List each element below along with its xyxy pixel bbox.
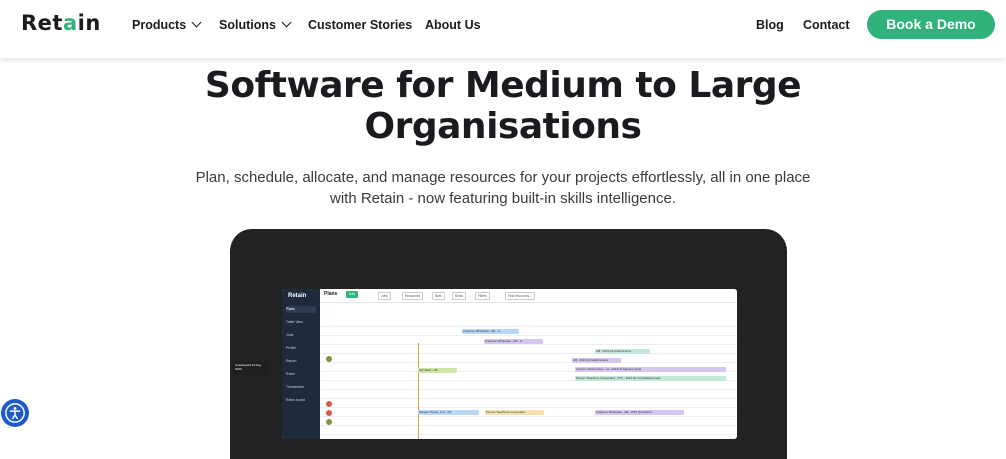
nav-solutions-label: Solutions [219, 18, 276, 32]
app-toolbar-pill: Bars [432, 292, 445, 300]
hero-subtitle-line1: Plan, schedule, allocate, and manage res… [195, 169, 811, 186]
hero-title-line1: Software for Medium to Large [204, 65, 802, 106]
today-marker [418, 343, 419, 439]
schedule-bar: Anderson Wholesale - AM - C... [462, 329, 519, 334]
top-navigation: Retain Products Solutions Customer Stori… [0, 0, 1006, 58]
hero-title-line2: Organisations [364, 106, 642, 147]
schedule-bar: AM - 2023 Q1 Audit Finance [572, 358, 621, 363]
nav-customer-stories[interactable]: Customer Stories [308, 18, 412, 32]
schedule-bar: Anderson Wholesale - AM - 2... [484, 339, 543, 344]
app-toolbar-pill: Show [452, 292, 466, 300]
app-toolbar-pill: Find resources... [505, 292, 535, 300]
nav-solutions[interactable]: Solutions [219, 17, 292, 32]
app-sidebar: Retain Plans Table View Jobs Profile Rep… [282, 289, 320, 439]
app-sidebar-item: Plans [286, 306, 316, 313]
nav-blog[interactable]: Blog [756, 18, 784, 32]
app-toolbar-pill: Resources [402, 292, 424, 300]
avatar [326, 401, 332, 407]
book-demo-button[interactable]: Book a Demo [867, 10, 995, 39]
app-schedule-grid: Anderson Wholesale - AM - C... Anderson … [320, 303, 737, 439]
app-page-title: Plans [324, 291, 338, 297]
schedule-bar: Contoso Infrastructure - 11 - 2023 H1 St… [575, 367, 726, 372]
app-sidebar-item: Profile [286, 346, 296, 350]
schedule-bar: AM - 2023 Q1 Audit Finance [595, 349, 650, 354]
schedule-bar: Pioneer Telephone Cooperative [485, 410, 544, 415]
app-screenshot: Retain Plans Table View Jobs Profile Rep… [282, 289, 737, 439]
app-toolbar-pill: Jobs [378, 292, 391, 300]
avatar [326, 419, 332, 425]
nav-about-us[interactable]: About Us [425, 18, 481, 32]
schedule-bar: City Bank - CB [418, 368, 457, 373]
schedule-bar: Pioneer Telephone Cooperative - PTC - 20… [575, 376, 726, 381]
app-sidebar-item: Roles [286, 372, 295, 376]
hero-subtitle-line2: with Retain - now featuring built-in ski… [330, 190, 676, 207]
schedule-bar: Paragon Sports, LLC - PS [418, 410, 479, 415]
app-sidebar-item: Timesheets [286, 385, 304, 389]
schedule-row [320, 425, 737, 435]
app-sidebar-item: Rates board [286, 398, 306, 402]
accessibility-icon [5, 403, 25, 423]
avatar [326, 356, 332, 362]
retain-logo[interactable]: Retain [21, 11, 101, 35]
app-tooltip: Unassigned 14 Aug 2023 [233, 362, 267, 375]
chevron-down-icon [281, 17, 292, 28]
app-toolbar-pill: Filters [475, 292, 490, 300]
app-brand: Retain [288, 293, 307, 299]
schedule-bar: Anderson Wholesale - AM - 2023 Q2 Audit … [595, 410, 684, 415]
app-sidebar-item: Table View [286, 320, 303, 324]
avatar [326, 410, 332, 416]
app-sidebar-item: Report [286, 359, 297, 363]
nav-products-label: Products [132, 18, 187, 32]
nav-products[interactable]: Products [132, 17, 202, 32]
app-sidebar-item: Jobs [286, 333, 294, 337]
accessibility-button[interactable] [1, 399, 29, 427]
nav-contact[interactable]: Contact [803, 18, 850, 32]
app-toolbar: Plans Add Jobs Resources Bars Show Filte… [320, 289, 737, 303]
app-add-button: Add [346, 291, 358, 298]
hero-subtitle: Plan, schedule, allocate, and manage res… [183, 167, 823, 209]
chevron-down-icon [191, 17, 202, 28]
